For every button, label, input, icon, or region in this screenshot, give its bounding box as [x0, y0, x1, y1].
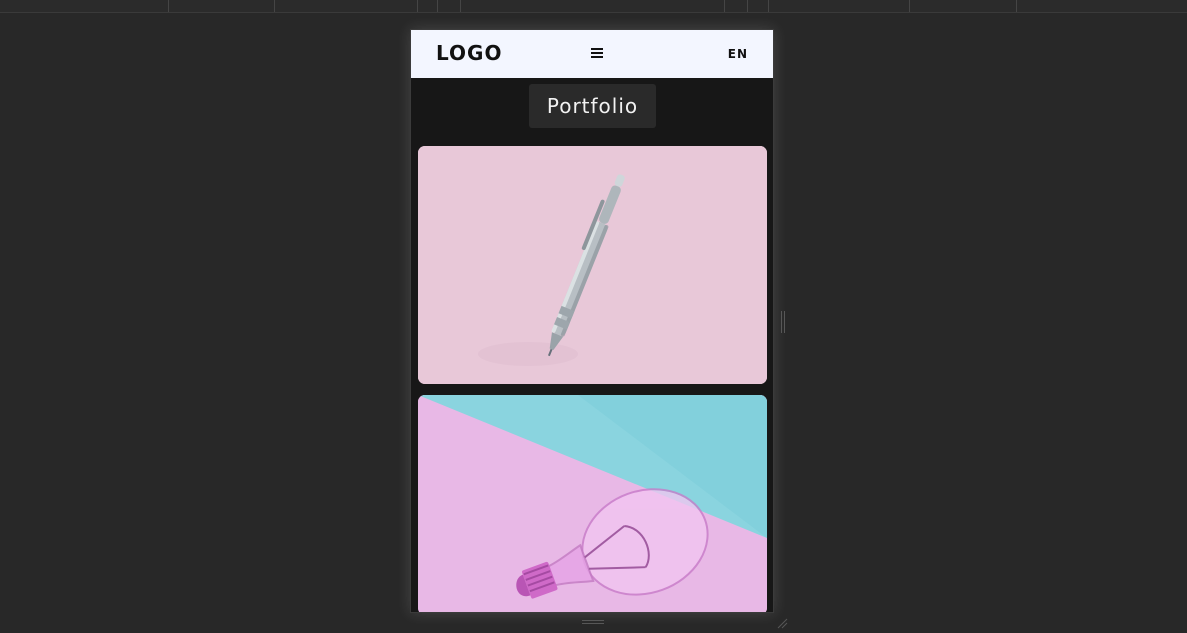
- ruler-tick: [909, 0, 910, 12]
- ruler-tick: [747, 0, 748, 12]
- ruler-tick: [168, 0, 169, 12]
- site-header: LOGO EN: [411, 30, 773, 78]
- corner-resize-handle[interactable]: [774, 614, 788, 629]
- portfolio-item-lightbulb[interactable]: [418, 395, 767, 612]
- mobile-viewport: LOGO EN Portfolio: [410, 29, 774, 613]
- logo[interactable]: LOGO: [436, 41, 502, 65]
- pen-image: [418, 146, 767, 384]
- ruler-tick: [437, 0, 438, 12]
- portfolio-item-pen[interactable]: [418, 146, 767, 384]
- ruler-tick: [768, 0, 769, 12]
- lightbulb-image: [418, 395, 767, 612]
- hamburger-menu-icon[interactable]: [591, 47, 603, 59]
- ruler-tick: [460, 0, 461, 12]
- ruler-tick: [417, 0, 418, 12]
- ruler-tick: [1016, 0, 1017, 12]
- page-title: Portfolio: [529, 84, 656, 128]
- ruler-tick: [274, 0, 275, 12]
- language-selector[interactable]: EN: [728, 47, 748, 61]
- top-ruler: [0, 0, 1187, 13]
- ruler-tick: [724, 0, 725, 12]
- horizontal-resize-handle[interactable]: [582, 619, 604, 625]
- vertical-resize-handle[interactable]: [780, 311, 786, 333]
